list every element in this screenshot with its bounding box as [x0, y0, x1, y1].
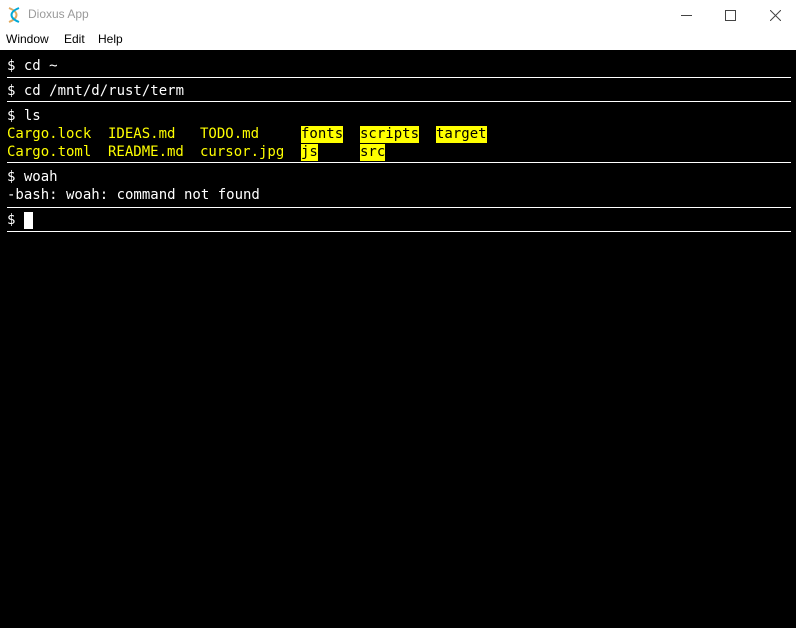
terminal-entry: $ ls Cargo.lock IDEAS.md TODO.md fonts s…: [7, 106, 791, 163]
menu-help[interactable]: Help: [98, 32, 123, 46]
terminal-entry: $ cd /mnt/d/rust/term: [7, 81, 791, 102]
directory-entry: scripts: [360, 126, 420, 143]
prompt: $: [7, 212, 16, 228]
window-title: Dioxus App: [28, 7, 89, 21]
command-line: $ cd /mnt/d/rust/term: [7, 83, 185, 99]
close-icon: [769, 9, 781, 21]
command-line: $ woah: [7, 169, 58, 185]
command-output: -bash: woah: command not found: [7, 187, 260, 203]
file-entry: cursor.jpg: [200, 144, 285, 160]
text-cursor[interactable]: [24, 212, 33, 229]
directory-entry: js: [301, 144, 318, 161]
file-entry: IDEAS.md: [108, 126, 176, 142]
file-entry: TODO.md: [200, 126, 260, 142]
menu-edit[interactable]: Edit: [64, 32, 85, 46]
command-line: $ ls: [7, 108, 41, 124]
terminal-entry: $: [7, 211, 791, 232]
menu-window[interactable]: Window: [6, 32, 49, 46]
maximize-button[interactable]: [707, 0, 753, 30]
file-entry: Cargo.toml: [7, 144, 92, 160]
menu-bar: Window Edit Help: [0, 30, 796, 50]
directory-entry: target: [436, 126, 487, 143]
terminal-output[interactable]: $ cd ~ $ cd /mnt/d/rust/term $ ls Cargo.…: [0, 50, 796, 628]
minimize-button[interactable]: [663, 0, 709, 30]
close-button[interactable]: [752, 0, 796, 30]
maximize-icon: [724, 9, 736, 21]
file-entry: README.md: [108, 144, 184, 160]
command-line: $ cd ~: [7, 58, 58, 74]
minimize-icon: [680, 14, 692, 16]
directory-entry: fonts: [301, 126, 344, 143]
dioxus-logo-icon: [8, 7, 20, 23]
title-bar[interactable]: Dioxus App: [0, 0, 796, 30]
file-entry: Cargo.lock: [7, 126, 92, 142]
terminal-entry: $ woah -bash: woah: command not found: [7, 167, 791, 208]
directory-entry: src: [360, 144, 386, 161]
terminal-entry: $ cd ~: [7, 57, 791, 78]
